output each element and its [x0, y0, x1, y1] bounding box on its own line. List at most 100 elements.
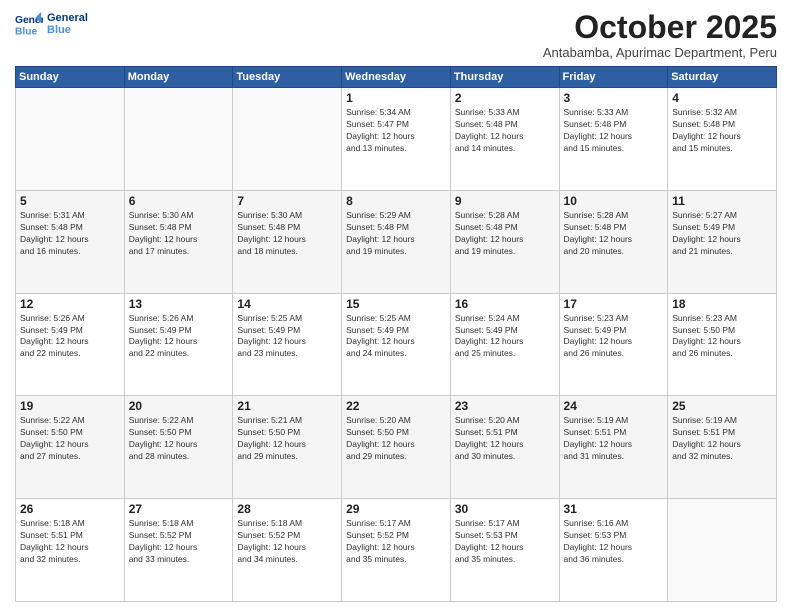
day-number: 22	[346, 399, 446, 413]
weekday-header: Sunday	[16, 67, 125, 88]
header: General Blue General Blue October 2025 A…	[15, 10, 777, 60]
day-number: 10	[564, 194, 664, 208]
day-info: Sunrise: 5:34 AM Sunset: 5:47 PM Dayligh…	[346, 107, 446, 155]
day-info: Sunrise: 5:28 AM Sunset: 5:48 PM Dayligh…	[564, 210, 664, 258]
day-number: 11	[672, 194, 772, 208]
weekday-header: Tuesday	[233, 67, 342, 88]
day-info: Sunrise: 5:29 AM Sunset: 5:48 PM Dayligh…	[346, 210, 446, 258]
day-info: Sunrise: 5:25 AM Sunset: 5:49 PM Dayligh…	[237, 313, 337, 361]
day-info: Sunrise: 5:16 AM Sunset: 5:53 PM Dayligh…	[564, 518, 664, 566]
day-number: 26	[20, 502, 120, 516]
day-info: Sunrise: 5:22 AM Sunset: 5:50 PM Dayligh…	[20, 415, 120, 463]
logo-icon: General Blue	[15, 10, 43, 38]
day-info: Sunrise: 5:23 AM Sunset: 5:49 PM Dayligh…	[564, 313, 664, 361]
calendar-week-row: 26 Sunrise: 5:18 AM Sunset: 5:51 PM Dayli…	[16, 499, 777, 602]
calendar-cell: 10 Sunrise: 5:28 AM Sunset: 5:48 PM Dayli…	[559, 190, 668, 293]
day-info: Sunrise: 5:18 AM Sunset: 5:51 PM Dayligh…	[20, 518, 120, 566]
calendar-table: SundayMondayTuesdayWednesdayThursdayFrid…	[15, 66, 777, 602]
day-number: 25	[672, 399, 772, 413]
logo-line1: General	[47, 12, 88, 24]
calendar-body: 1 Sunrise: 5:34 AM Sunset: 5:47 PM Daylig…	[16, 88, 777, 602]
day-number: 13	[129, 297, 229, 311]
day-number: 23	[455, 399, 555, 413]
calendar-cell: 25 Sunrise: 5:19 AM Sunset: 5:51 PM Dayli…	[668, 396, 777, 499]
calendar-cell: 9 Sunrise: 5:28 AM Sunset: 5:48 PM Daylig…	[450, 190, 559, 293]
day-info: Sunrise: 5:23 AM Sunset: 5:50 PM Dayligh…	[672, 313, 772, 361]
calendar-cell: 19 Sunrise: 5:22 AM Sunset: 5:50 PM Dayli…	[16, 396, 125, 499]
day-info: Sunrise: 5:19 AM Sunset: 5:51 PM Dayligh…	[564, 415, 664, 463]
calendar-cell: 24Sunrise: 5:19 AM Sunset: 5:51 PM Dayli…	[559, 396, 668, 499]
weekday-header: Friday	[559, 67, 668, 88]
calendar-cell: 4 Sunrise: 5:32 AM Sunset: 5:48 PM Daylig…	[668, 88, 777, 191]
day-info: Sunrise: 5:26 AM Sunset: 5:49 PM Dayligh…	[20, 313, 120, 361]
logo: General Blue General Blue	[15, 10, 88, 38]
calendar-cell: 28 Sunrise: 5:18 AM Sunset: 5:52 PM Dayli…	[233, 499, 342, 602]
calendar-cell: 26 Sunrise: 5:18 AM Sunset: 5:51 PM Dayli…	[16, 499, 125, 602]
page: General Blue General Blue October 2025 A…	[0, 0, 792, 612]
day-number: 9	[455, 194, 555, 208]
day-number: 20	[129, 399, 229, 413]
day-info: Sunrise: 5:22 AM Sunset: 5:50 PM Dayligh…	[129, 415, 229, 463]
day-info: Sunrise: 5:28 AM Sunset: 5:48 PM Dayligh…	[455, 210, 555, 258]
day-number: 30	[455, 502, 555, 516]
day-number: 7	[237, 194, 337, 208]
day-info: Sunrise: 5:21 AM Sunset: 5:50 PM Dayligh…	[237, 415, 337, 463]
day-number: 8	[346, 194, 446, 208]
day-info: Sunrise: 5:17 AM Sunset: 5:52 PM Dayligh…	[346, 518, 446, 566]
calendar-cell: 22 Sunrise: 5:20 AM Sunset: 5:50 PM Dayli…	[342, 396, 451, 499]
day-info: Sunrise: 5:27 AM Sunset: 5:49 PM Dayligh…	[672, 210, 772, 258]
calendar-cell: 7Sunrise: 5:30 AM Sunset: 5:48 PM Daylig…	[233, 190, 342, 293]
day-number: 27	[129, 502, 229, 516]
calendar-cell: 17 Sunrise: 5:23 AM Sunset: 5:49 PM Dayli…	[559, 293, 668, 396]
calendar-cell: 27 Sunrise: 5:18 AM Sunset: 5:52 PM Dayli…	[124, 499, 233, 602]
calendar-cell: 5Sunrise: 5:31 AM Sunset: 5:48 PM Daylig…	[16, 190, 125, 293]
day-number: 28	[237, 502, 337, 516]
title-block: October 2025 Antabamba, Apurimac Departm…	[543, 10, 777, 60]
calendar-cell: 2 Sunrise: 5:33 AM Sunset: 5:48 PM Daylig…	[450, 88, 559, 191]
subtitle: Antabamba, Apurimac Department, Peru	[543, 45, 777, 60]
day-info: Sunrise: 5:30 AM Sunset: 5:48 PM Dayligh…	[129, 210, 229, 258]
calendar-header-row: SundayMondayTuesdayWednesdayThursdayFrid…	[16, 67, 777, 88]
logo-line2: Blue	[47, 24, 88, 36]
month-title: October 2025	[543, 10, 777, 45]
calendar-week-row: 5Sunrise: 5:31 AM Sunset: 5:48 PM Daylig…	[16, 190, 777, 293]
day-info: Sunrise: 5:32 AM Sunset: 5:48 PM Dayligh…	[672, 107, 772, 155]
calendar-cell: 23 Sunrise: 5:20 AM Sunset: 5:51 PM Dayli…	[450, 396, 559, 499]
day-info: Sunrise: 5:20 AM Sunset: 5:51 PM Dayligh…	[455, 415, 555, 463]
calendar-cell: 18Sunrise: 5:23 AM Sunset: 5:50 PM Dayli…	[668, 293, 777, 396]
calendar-cell: 15Sunrise: 5:25 AM Sunset: 5:49 PM Dayli…	[342, 293, 451, 396]
weekday-header: Saturday	[668, 67, 777, 88]
day-number: 19	[20, 399, 120, 413]
calendar-cell: 30 Sunrise: 5:17 AM Sunset: 5:53 PM Dayli…	[450, 499, 559, 602]
calendar-cell	[668, 499, 777, 602]
day-number: 14	[237, 297, 337, 311]
calendar-cell	[233, 88, 342, 191]
calendar-cell: 14 Sunrise: 5:25 AM Sunset: 5:49 PM Dayli…	[233, 293, 342, 396]
day-info: Sunrise: 5:20 AM Sunset: 5:50 PM Dayligh…	[346, 415, 446, 463]
calendar-cell: 3Sunrise: 5:33 AM Sunset: 5:48 PM Daylig…	[559, 88, 668, 191]
svg-text:Blue: Blue	[15, 26, 38, 37]
calendar-cell	[16, 88, 125, 191]
day-number: 15	[346, 297, 446, 311]
day-number: 12	[20, 297, 120, 311]
day-number: 17	[564, 297, 664, 311]
day-info: Sunrise: 5:17 AM Sunset: 5:53 PM Dayligh…	[455, 518, 555, 566]
weekday-header: Monday	[124, 67, 233, 88]
calendar-cell: 12 Sunrise: 5:26 AM Sunset: 5:49 PM Dayli…	[16, 293, 125, 396]
day-info: Sunrise: 5:18 AM Sunset: 5:52 PM Dayligh…	[237, 518, 337, 566]
calendar-cell: 6 Sunrise: 5:30 AM Sunset: 5:48 PM Daylig…	[124, 190, 233, 293]
calendar-cell: 21Sunrise: 5:21 AM Sunset: 5:50 PM Dayli…	[233, 396, 342, 499]
day-number: 16	[455, 297, 555, 311]
day-number: 1	[346, 91, 446, 105]
day-info: Sunrise: 5:18 AM Sunset: 5:52 PM Dayligh…	[129, 518, 229, 566]
day-info: Sunrise: 5:33 AM Sunset: 5:48 PM Dayligh…	[455, 107, 555, 155]
day-number: 4	[672, 91, 772, 105]
calendar-week-row: 1 Sunrise: 5:34 AM Sunset: 5:47 PM Daylig…	[16, 88, 777, 191]
calendar-cell: 13Sunrise: 5:26 AM Sunset: 5:49 PM Dayli…	[124, 293, 233, 396]
day-info: Sunrise: 5:19 AM Sunset: 5:51 PM Dayligh…	[672, 415, 772, 463]
calendar-cell: 29Sunrise: 5:17 AM Sunset: 5:52 PM Dayli…	[342, 499, 451, 602]
day-number: 6	[129, 194, 229, 208]
day-number: 3	[564, 91, 664, 105]
day-number: 2	[455, 91, 555, 105]
calendar-cell: 11 Sunrise: 5:27 AM Sunset: 5:49 PM Dayli…	[668, 190, 777, 293]
